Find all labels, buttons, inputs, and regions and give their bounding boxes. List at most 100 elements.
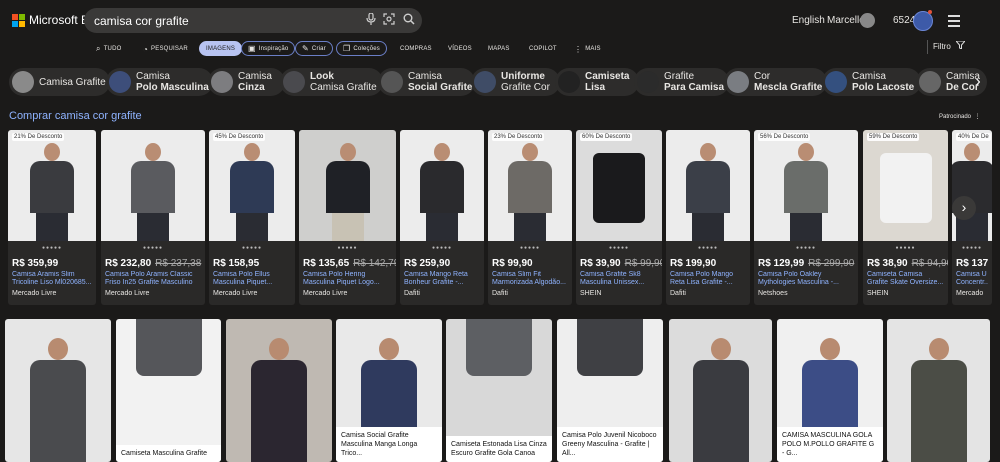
product-name[interactable]: Camiseta Camisa Grafite Skate Oversize..… — [867, 271, 944, 287]
related-chip[interactable]: Camisa Cinza — [208, 68, 285, 96]
tab-mapas[interactable]: MAPAS — [482, 42, 516, 56]
product-name[interactable]: Camisa Polo Oakley Mythologies Masculina… — [758, 271, 854, 287]
product-name[interactable]: Camisa Grafite Sk8 Masculina Unissex... — [580, 271, 658, 287]
tab-pesquisar[interactable]: ◔ PESQUISAR — [137, 42, 194, 56]
image-result[interactable] — [887, 319, 990, 462]
image-result[interactable] — [669, 319, 772, 462]
image-dots: ●●●●● — [41, 245, 63, 251]
shirt — [686, 161, 730, 213]
product-image[interactable]: 40% De De — [952, 130, 992, 241]
related-chip[interactable]: Camisa Social Grafite — [378, 68, 475, 96]
product-image[interactable] — [400, 130, 484, 241]
more-icon: ⋮ — [574, 44, 583, 54]
product-card[interactable]: 56% De Desconto ●●●●● R$ 129,99 R$ 299,90 Ca… — [754, 130, 858, 305]
visual-search-icon[interactable] — [382, 13, 396, 27]
chip-label: Camisa Polo Masculina — [136, 71, 209, 93]
avatar-icon[interactable] — [860, 13, 875, 28]
product-name[interactable]: Camisa Aramis Slim Tricoline Liso Ml0206… — [12, 271, 92, 287]
search-box[interactable]: camisa cor grafite — [84, 8, 422, 33]
tab-vídeos[interactable]: VÍDEOS — [442, 42, 478, 56]
product-image[interactable]: 23% De Desconto — [488, 130, 572, 241]
tab-criar[interactable]: ✎ Criar — [295, 41, 333, 56]
product-name[interactable]: Camisa Polo Ellus Masculina Piquet... — [213, 271, 291, 287]
product-image[interactable] — [101, 130, 205, 241]
product-image[interactable] — [666, 130, 750, 241]
carousel-next-button[interactable]: › — [952, 196, 976, 220]
product-card[interactable]: ●●●●● R$ 259,90 Camisa Mango Reta Bonheur … — [400, 130, 484, 305]
product-name[interactable]: Camisa Polo Aramis Classic Friso In25 Gr… — [105, 271, 201, 287]
image-result[interactable]: Camiseta Masculina Grafite — [116, 319, 221, 462]
tab-imagens[interactable]: IMAGENS — [199, 41, 243, 56]
product-name[interactable]: Camisa Polo Hering Masculina Piquet Logo… — [303, 271, 392, 287]
tab-mais[interactable]: ⋮ MAIS — [568, 42, 607, 56]
top-bar: Microsoft Bing camisa cor grafite Englis… — [0, 0, 990, 40]
image-result[interactable]: Camisa Social Grafite Masculina Manga Lo… — [336, 319, 442, 462]
tab-tudo[interactable]: ⌕ TUDO — [90, 42, 128, 56]
filter-button[interactable]: Filtro — [933, 40, 967, 51]
related-chip[interactable]: Cor Mescla Grafite — [724, 68, 827, 96]
image-caption[interactable]: CAMISA MASCULINA GOLA POLO M.POLLO GRAFI… — [777, 427, 883, 462]
image-result[interactable]: CAMISA MASCULINA GOLA POLO M.POLLO GRAFI… — [777, 319, 883, 462]
pants — [426, 213, 458, 241]
product-card[interactable]: 21% De Desconto ●●●●● R$ 359,99 Camisa Aram… — [8, 130, 96, 305]
product-name[interactable]: Camisa Slim Fit Marmorizada Algodão... — [492, 271, 568, 287]
store-name: Mercado — [956, 290, 984, 297]
image-result[interactable] — [226, 319, 332, 462]
product-card[interactable]: 59% De Desconto ●●●●● R$ 38,90R$ 94,90 Cami… — [863, 130, 948, 305]
pants — [236, 213, 268, 241]
rewards-medal-icon[interactable] — [913, 11, 933, 31]
image-result[interactable] — [5, 319, 111, 462]
product-image[interactable] — [299, 130, 396, 241]
image-dots: ●●●●● — [795, 245, 817, 251]
image-result[interactable]: Camisa Polo Juvenil Nicoboco Greeny Masc… — [557, 319, 663, 462]
product-card[interactable]: 60% De Desconto ●●●●● R$ 39,90 R$ 99,90 Cami… — [576, 130, 662, 305]
tab-label: MAPAS — [488, 46, 510, 52]
tab-coleções[interactable]: ❐ Coleções — [336, 41, 387, 56]
product-name[interactable]: Camisa Polo Mango Reta Lisa Grafite -... — [670, 271, 746, 287]
product-card[interactable]: ●●●●● R$ 232,80 R$ 237,38 Camisa Polo Arami… — [101, 130, 205, 305]
product-image[interactable]: 21% De Desconto — [8, 130, 96, 241]
product-card[interactable]: ●●●●● R$ 135,65 R$ 142,79 Camisa Polo Herin… — [299, 130, 396, 305]
language-link[interactable]: English — [792, 15, 825, 26]
related-chip[interactable]: Uniforme Grafite Cor — [471, 68, 560, 96]
chevron-right-icon[interactable]: › — [967, 70, 989, 94]
tab-compras[interactable]: COMPRAS — [394, 42, 438, 56]
related-chip[interactable]: Camiseta Lisa — [555, 68, 639, 96]
collection-icon: ❐ — [343, 44, 351, 53]
image-result[interactable]: Camiseta Estonada Lisa Cinza Escuro Graf… — [446, 319, 552, 462]
image-caption[interactable]: Camisa Polo Juvenil Nicoboco Greeny Masc… — [557, 427, 663, 462]
chip-thumbnail — [727, 71, 749, 93]
product-name[interactable]: Camisa Mango Reta Bonheur Grafite -... — [404, 271, 480, 287]
image-caption[interactable]: Camiseta Estonada Lisa Cinza Escuro Graf… — [446, 436, 552, 462]
discount-badge: 23% De Desconto — [492, 133, 545, 141]
related-chip[interactable]: Camisa Polo Lacoste — [822, 68, 921, 96]
related-chip[interactable]: Look Camisa Grafite — [280, 68, 383, 96]
image-dots: ●●●●● — [241, 245, 263, 251]
product-image[interactable]: 56% De Desconto — [754, 130, 858, 241]
model-figure — [320, 137, 376, 241]
related-chip[interactable]: Camisa Polo Masculina — [106, 68, 213, 96]
microphone-icon[interactable] — [364, 12, 378, 27]
tab-inspiração[interactable]: ▣ Inspiração — [241, 41, 296, 56]
product-card[interactable]: 45% De Desconto ●●●●● R$ 158,95 Camisa Polo… — [209, 130, 295, 305]
chip-thumbnail — [283, 71, 305, 93]
tab-copilot[interactable]: COPILOT — [523, 42, 563, 56]
product-name[interactable]: Camisa U Concentr... — [956, 271, 988, 287]
old-price: R$ 299,90 — [808, 258, 855, 269]
model-figure — [688, 332, 754, 462]
product-image[interactable]: 60% De Desconto — [576, 130, 662, 241]
rewards-points[interactable]: 6524 — [893, 15, 915, 26]
related-chip[interactable]: Camisa Grafite — [9, 68, 110, 96]
product-image[interactable]: 59% De Desconto — [863, 130, 948, 241]
search-icon[interactable] — [402, 13, 416, 27]
shopping-title[interactable]: Comprar camisa cor grafite — [9, 110, 142, 122]
search-input[interactable]: camisa cor grafite — [94, 14, 189, 28]
product-image[interactable]: 45% De Desconto — [209, 130, 295, 241]
product-card[interactable]: ●●●●● R$ 199,90 Camisa Polo Mango Reta Lis… — [666, 130, 750, 305]
filter-icon — [953, 40, 967, 51]
menu-icon[interactable] — [948, 15, 960, 30]
image-caption[interactable]: Camiseta Masculina Grafite — [116, 445, 221, 462]
image-caption[interactable]: Camisa Social Grafite Masculina Manga Lo… — [336, 427, 442, 462]
related-chip[interactable]: Grafite Para Camisa — [634, 68, 729, 96]
product-card[interactable]: 23% De Desconto ●●●●● R$ 99,90 Camisa Slim … — [488, 130, 572, 305]
